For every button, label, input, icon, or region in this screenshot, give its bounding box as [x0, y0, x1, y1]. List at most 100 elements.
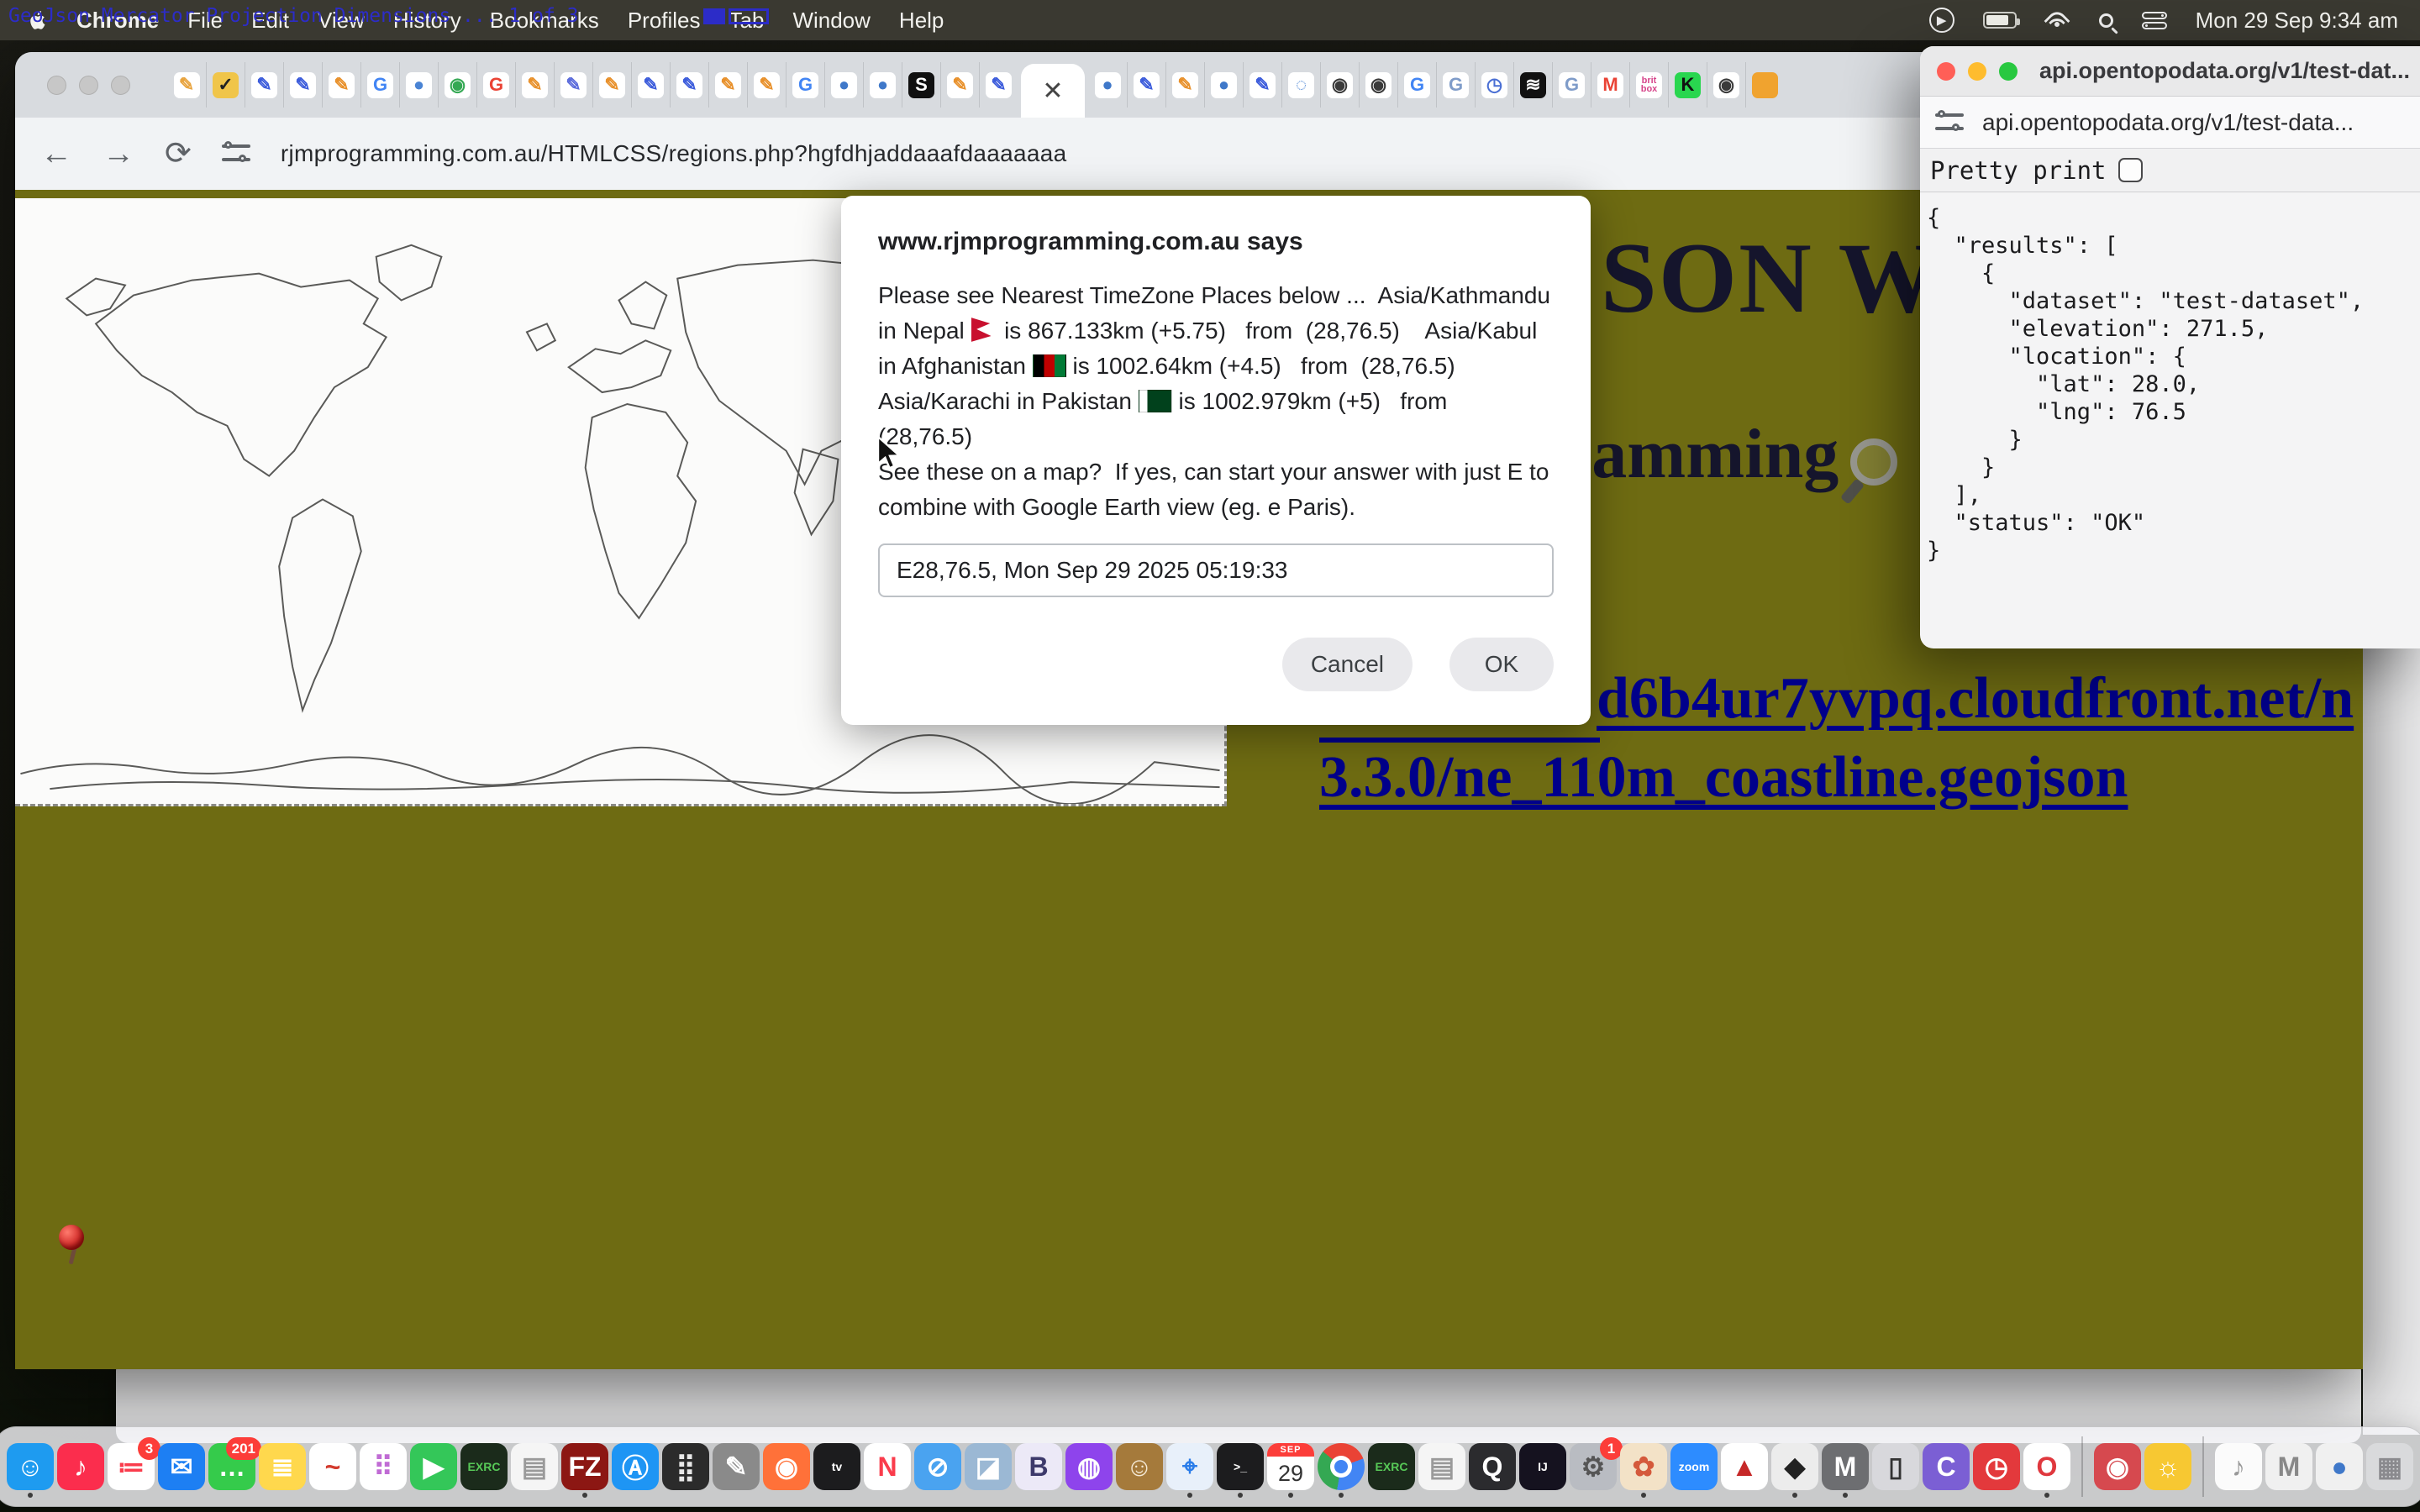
- dock-safari[interactable]: ⌖: [1166, 1443, 1213, 1490]
- dock-apple-tv[interactable]: tv: [813, 1443, 860, 1490]
- tab-pencil-color[interactable]: ✎: [708, 62, 747, 108]
- tab-blue-circle[interactable]: ◌: [1281, 62, 1320, 108]
- tab-google-dashed[interactable]: G: [1552, 62, 1591, 108]
- minimize-window-button[interactable]: [1968, 62, 1986, 81]
- dock-terminal-exrc-2[interactable]: EXRC: [1368, 1443, 1415, 1490]
- dock-opera[interactable]: O: [2023, 1443, 2070, 1490]
- dock-screen-block[interactable]: ⊘: [914, 1443, 961, 1490]
- dock-terminal-exrc[interactable]: EXRC: [460, 1443, 508, 1490]
- tab-doc-edit[interactable]: ✎: [1127, 62, 1165, 108]
- dock-settings[interactable]: ⚙1: [1570, 1443, 1617, 1490]
- dock-messages[interactable]: …201: [208, 1443, 255, 1490]
- close-window-button[interactable]: [47, 76, 66, 95]
- dock-filezilla[interactable]: FZ: [561, 1443, 608, 1490]
- tab-pencil-doc[interactable]: ✎: [167, 62, 206, 108]
- tab-pencil-color[interactable]: ✎: [322, 62, 360, 108]
- dock-sphere-min[interactable]: ●: [2316, 1443, 2363, 1490]
- ok-button[interactable]: OK: [1449, 638, 1554, 691]
- back-button[interactable]: ←: [40, 138, 72, 170]
- tab-doc-edit[interactable]: ✎: [245, 62, 283, 108]
- dock-notes-stack[interactable]: ≣: [259, 1443, 306, 1490]
- dock-mamp[interactable]: M: [1822, 1443, 1869, 1490]
- battery-icon[interactable]: [1983, 12, 2017, 29]
- dock-bbedit[interactable]: B: [1015, 1443, 1062, 1490]
- cancel-button[interactable]: Cancel: [1282, 638, 1413, 691]
- dock-finder[interactable]: ☺: [7, 1443, 54, 1490]
- geojson-link-line1[interactable]: d6b4ur7yvpq.cloudfront.net/n: [1597, 665, 2354, 732]
- dock-podcasts[interactable]: ◍: [1065, 1443, 1113, 1490]
- tab-pencil-color[interactable]: ✎: [1165, 62, 1204, 108]
- pretty-print-checkbox[interactable]: [2118, 158, 2143, 182]
- tab-substack[interactable]: S: [902, 62, 940, 108]
- tab-doc-edit[interactable]: ✎: [554, 62, 592, 108]
- zoom-window-button[interactable]: [111, 76, 130, 95]
- menubar-clock[interactable]: Mon 29 Sep 9:34 am: [2196, 8, 2398, 34]
- dock-music-doc-min[interactable]: ♪: [2215, 1443, 2262, 1490]
- tab-chrome-gray[interactable]: ◉: [1359, 62, 1397, 108]
- tab-pencil-color[interactable]: ✎: [940, 62, 979, 108]
- dock-mail[interactable]: ✉: [158, 1443, 205, 1490]
- dock-inkscape[interactable]: ◆: [1771, 1443, 1818, 1490]
- tab-check-schedule[interactable]: ✓: [206, 62, 245, 108]
- dock-trash[interactable]: ▦: [2366, 1443, 2413, 1490]
- tab-chrome-gray[interactable]: ◉: [1707, 62, 1745, 108]
- active-tab-close-button[interactable]: ✕: [1021, 64, 1085, 118]
- dock-mamp-min[interactable]: M: [2265, 1443, 2312, 1490]
- tab-google-earth[interactable]: ●: [863, 62, 902, 108]
- forward-button[interactable]: →: [103, 138, 134, 170]
- dock-reminders[interactable]: ≔3: [108, 1443, 155, 1490]
- dock-cat-app[interactable]: C: [1923, 1443, 1970, 1490]
- tab-google-earth[interactable]: ●: [1204, 62, 1243, 108]
- tab-doc-edit[interactable]: ✎: [670, 62, 708, 108]
- tab-gmail[interactable]: M: [1591, 62, 1629, 108]
- reload-button[interactable]: ⟳: [165, 138, 192, 170]
- dock-keypad[interactable]: ⣿: [662, 1443, 709, 1490]
- dock-facetime[interactable]: ▶: [410, 1443, 457, 1490]
- tab-google[interactable]: G: [1397, 62, 1436, 108]
- tab-pencil-color[interactable]: ✎: [747, 62, 786, 108]
- dock-zoom[interactable]: zoom: [1670, 1443, 1718, 1490]
- close-window-button[interactable]: [1937, 62, 1955, 81]
- dock-app-store[interactable]: Ⓐ: [612, 1443, 659, 1490]
- dock-wave-app[interactable]: ~: [309, 1443, 356, 1490]
- tab-doc-edit[interactable]: ✎: [283, 62, 322, 108]
- spotlight-search-icon[interactable]: [2099, 13, 2113, 28]
- zoom-window-button[interactable]: [1999, 62, 2018, 81]
- dialog-input[interactable]: [878, 543, 1554, 597]
- menu-help[interactable]: Help: [885, 8, 958, 34]
- tab-google[interactable]: G: [786, 62, 824, 108]
- dock-document[interactable]: ▤: [1418, 1443, 1465, 1490]
- tab-google-earth[interactable]: ●: [824, 62, 863, 108]
- tab-google-dashed[interactable]: G: [1436, 62, 1475, 108]
- tab-doc-edit[interactable]: ✎: [1243, 62, 1281, 108]
- tab-doc-edit[interactable]: ✎: [631, 62, 670, 108]
- tab-google-earth[interactable]: ●: [1088, 62, 1127, 108]
- tab-abc-australia[interactable]: ≋: [1513, 62, 1552, 108]
- site-settings-icon[interactable]: [222, 141, 250, 166]
- dock-intellij[interactable]: IJ: [1519, 1443, 1566, 1490]
- address-bar[interactable]: rjmprogramming.com.au/HTMLCSS/regions.ph…: [281, 140, 1067, 167]
- tab-pencil-color[interactable]: ✎: [515, 62, 554, 108]
- dock-libreoffice[interactable]: ▤: [511, 1443, 558, 1490]
- dock-music[interactable]: ♪: [57, 1443, 104, 1490]
- map-pin-icon[interactable]: [59, 1225, 87, 1268]
- dock-photos-landscape[interactable]: ◪: [965, 1443, 1012, 1490]
- dock-lightbulb-app[interactable]: ☼: [2144, 1443, 2191, 1490]
- dock-speedometer[interactable]: ◷: [1973, 1443, 2020, 1490]
- dock-calendar[interactable]: SEP29: [1267, 1443, 1314, 1490]
- dock-chrome[interactable]: [1318, 1443, 1365, 1490]
- dock-quicktime[interactable]: Q: [1469, 1443, 1516, 1490]
- dock-terminal[interactable]: >_: [1217, 1443, 1264, 1490]
- dock-photo-booth[interactable]: ◉: [2094, 1443, 2141, 1490]
- dock-news[interactable]: N: [864, 1443, 911, 1490]
- tab-chrome-gray[interactable]: ◉: [1320, 62, 1359, 108]
- dock-launchpad[interactable]: ⠿: [360, 1443, 407, 1490]
- tab-google[interactable]: G: [476, 62, 515, 108]
- api-address-bar[interactable]: api.opentopodata.org/v1/test-data...: [1982, 109, 2354, 136]
- dock-gimp[interactable]: ✎: [713, 1443, 760, 1490]
- playback-icon[interactable]: ▶: [1929, 8, 1954, 33]
- minimize-window-button[interactable]: [79, 76, 98, 95]
- geojson-link-line2[interactable]: 3.3.0/ne_110m_coastline.geojson: [1319, 744, 2128, 811]
- dock-iphone-mirroring[interactable]: ▯: [1872, 1443, 1919, 1490]
- wifi-icon[interactable]: [2045, 10, 2070, 30]
